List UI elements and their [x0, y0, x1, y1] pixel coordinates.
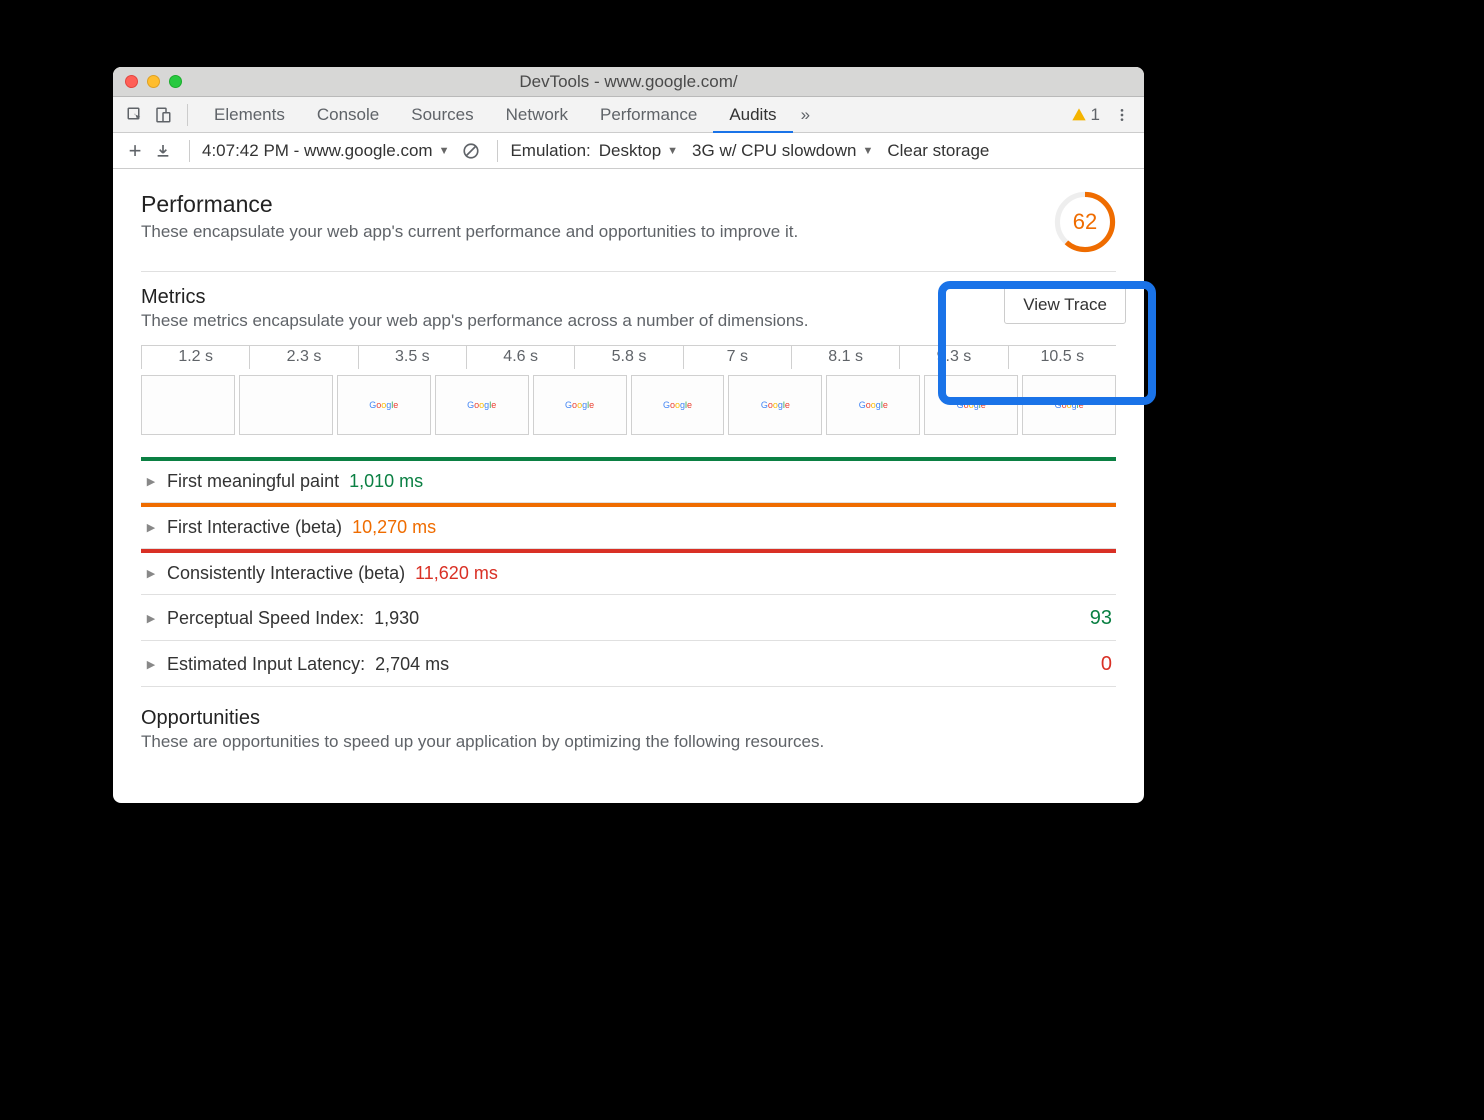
- warning-indicator[interactable]: 1: [1071, 105, 1100, 125]
- more-menu-icon[interactable]: [1108, 101, 1136, 129]
- filmstrip-frame[interactable]: Google: [631, 375, 725, 435]
- timeline-tick: 1.2 s: [141, 346, 249, 369]
- expand-icon: ▶: [145, 475, 157, 488]
- timeline-tick: 2.3 s: [249, 346, 357, 369]
- audit-score: 93: [1090, 607, 1112, 630]
- opportunities-heading: Opportunities: [141, 707, 1116, 730]
- performance-score-gauge: 62: [1054, 191, 1116, 253]
- metrics-heading: Metrics: [141, 286, 809, 309]
- metrics-section-header: Metrics These metrics encapsulate your w…: [141, 286, 1116, 331]
- maximize-window-button[interactable]: [169, 75, 182, 88]
- window-title: DevTools - www.google.com/: [113, 72, 1144, 92]
- view-trace-button[interactable]: View Trace: [1004, 286, 1126, 324]
- timeline-tick: 8.1 s: [791, 346, 899, 369]
- devtools-tabstrip: Elements Console Sources Network Perform…: [113, 97, 1144, 133]
- tab-elements[interactable]: Elements: [198, 97, 301, 133]
- expand-icon: ▶: [145, 612, 157, 625]
- audit-row[interactable]: ▶ Consistently Interactive (beta) 11,620…: [141, 549, 1116, 595]
- audit-select-dropdown[interactable]: 4:07:42 PM - www.google.com ▼: [202, 141, 449, 161]
- throttle-dropdown[interactable]: 3G w/ CPU slowdown ▼: [692, 141, 873, 161]
- audit-name: Perceptual Speed Index:: [167, 608, 364, 629]
- timeline-tick: 7 s: [683, 346, 791, 369]
- tab-sources[interactable]: Sources: [395, 97, 489, 133]
- metrics-list: ▶ First meaningful paint 1,010 ms ▶ Firs…: [141, 457, 1116, 687]
- expand-icon: ▶: [145, 658, 157, 671]
- device-toolbar-icon[interactable]: [149, 101, 177, 129]
- audit-row[interactable]: ▶ Perceptual Speed Index: 1,930 93: [141, 595, 1116, 641]
- performance-section-header: Performance These encapsulate your web a…: [141, 191, 1116, 253]
- filmstrip-frames: Google Google Google Google Google Googl…: [141, 375, 1116, 435]
- inspect-element-icon[interactable]: [121, 101, 149, 129]
- filmstrip-frame[interactable]: Google: [826, 375, 920, 435]
- audit-name: Consistently Interactive (beta): [167, 563, 405, 584]
- filmstrip-frame[interactable]: Google: [533, 375, 627, 435]
- performance-heading: Performance: [141, 191, 798, 218]
- emulation-label: Emulation:: [510, 141, 590, 161]
- chevron-down-icon: ▼: [667, 145, 678, 157]
- tab-performance[interactable]: Performance: [584, 97, 713, 133]
- filmstrip-timeline: 1.2 s 2.3 s 3.5 s 4.6 s 5.8 s 7 s 8.1 s …: [141, 345, 1116, 435]
- new-audit-icon[interactable]: +: [121, 137, 149, 165]
- minimize-window-button[interactable]: [147, 75, 160, 88]
- metrics-subtitle: These metrics encapsulate your web app's…: [141, 311, 809, 331]
- expand-icon: ▶: [145, 567, 157, 580]
- timeline-tick: 10.5 s: [1008, 346, 1116, 369]
- throttle-value: 3G w/ CPU slowdown: [692, 141, 856, 161]
- window-titlebar: DevTools - www.google.com/: [113, 67, 1144, 97]
- filmstrip-frame[interactable]: Google: [728, 375, 822, 435]
- warning-count: 1: [1091, 105, 1100, 125]
- timeline-tick: 4.6 s: [466, 346, 574, 369]
- devtools-window: DevTools - www.google.com/ Elements Cons…: [113, 67, 1144, 803]
- audit-name: First Interactive (beta): [167, 517, 342, 538]
- audit-score: 0: [1101, 653, 1112, 676]
- audit-value: 2,704 ms: [375, 654, 449, 675]
- audit-row[interactable]: ▶ First meaningful paint 1,010 ms: [141, 457, 1116, 503]
- chevron-down-icon: ▼: [862, 145, 873, 157]
- audit-value: 1,010 ms: [349, 471, 423, 492]
- tabs-overflow[interactable]: »: [793, 97, 818, 133]
- filmstrip-frame[interactable]: Google: [337, 375, 431, 435]
- audit-value: 1,930: [374, 608, 419, 629]
- tab-network[interactable]: Network: [490, 97, 584, 133]
- clear-audit-icon[interactable]: [457, 137, 485, 165]
- tab-console[interactable]: Console: [301, 97, 395, 133]
- close-window-button[interactable]: [125, 75, 138, 88]
- timeline-tick: 3.5 s: [358, 346, 466, 369]
- audits-toolbar: + 4:07:42 PM - www.google.com ▼ Emulatio…: [113, 133, 1144, 169]
- filmstrip-frame[interactable]: [239, 375, 333, 435]
- chevron-down-icon: ▼: [439, 145, 450, 157]
- section-divider: [141, 271, 1116, 272]
- download-report-icon[interactable]: [149, 137, 177, 165]
- traffic-lights: [125, 75, 182, 88]
- device-dropdown[interactable]: Desktop ▼: [599, 141, 678, 161]
- filmstrip-frame[interactable]: Google: [924, 375, 1018, 435]
- device-value: Desktop: [599, 141, 661, 161]
- timeline-tick: 5.8 s: [574, 346, 682, 369]
- filmstrip-frame[interactable]: Google: [435, 375, 529, 435]
- audit-name: Estimated Input Latency:: [167, 654, 365, 675]
- performance-score: 62: [1054, 191, 1116, 253]
- audit-name: First meaningful paint: [167, 471, 339, 492]
- opportunities-section: Opportunities These are opportunities to…: [141, 707, 1116, 752]
- performance-subtitle: These encapsulate your web app's current…: [141, 222, 798, 242]
- audit-value: 10,270 ms: [352, 517, 436, 538]
- timeline-tick: 9.3 s: [899, 346, 1007, 369]
- filmstrip-frame[interactable]: Google: [1022, 375, 1116, 435]
- audit-value: 11,620 ms: [415, 563, 498, 584]
- opportunities-subtitle: These are opportunities to speed up your…: [141, 732, 1116, 752]
- audit-select-label: 4:07:42 PM - www.google.com: [202, 141, 433, 161]
- audit-row[interactable]: ▶ Estimated Input Latency: 2,704 ms 0: [141, 641, 1116, 687]
- timeline-ticks: 1.2 s 2.3 s 3.5 s 4.6 s 5.8 s 7 s 8.1 s …: [141, 345, 1116, 369]
- expand-icon: ▶: [145, 521, 157, 534]
- audit-report: Performance These encapsulate your web a…: [113, 169, 1144, 803]
- audit-row[interactable]: ▶ First Interactive (beta) 10,270 ms: [141, 503, 1116, 549]
- filmstrip-frame[interactable]: [141, 375, 235, 435]
- tab-audits[interactable]: Audits: [713, 97, 792, 133]
- clear-storage-option[interactable]: Clear storage: [887, 141, 989, 161]
